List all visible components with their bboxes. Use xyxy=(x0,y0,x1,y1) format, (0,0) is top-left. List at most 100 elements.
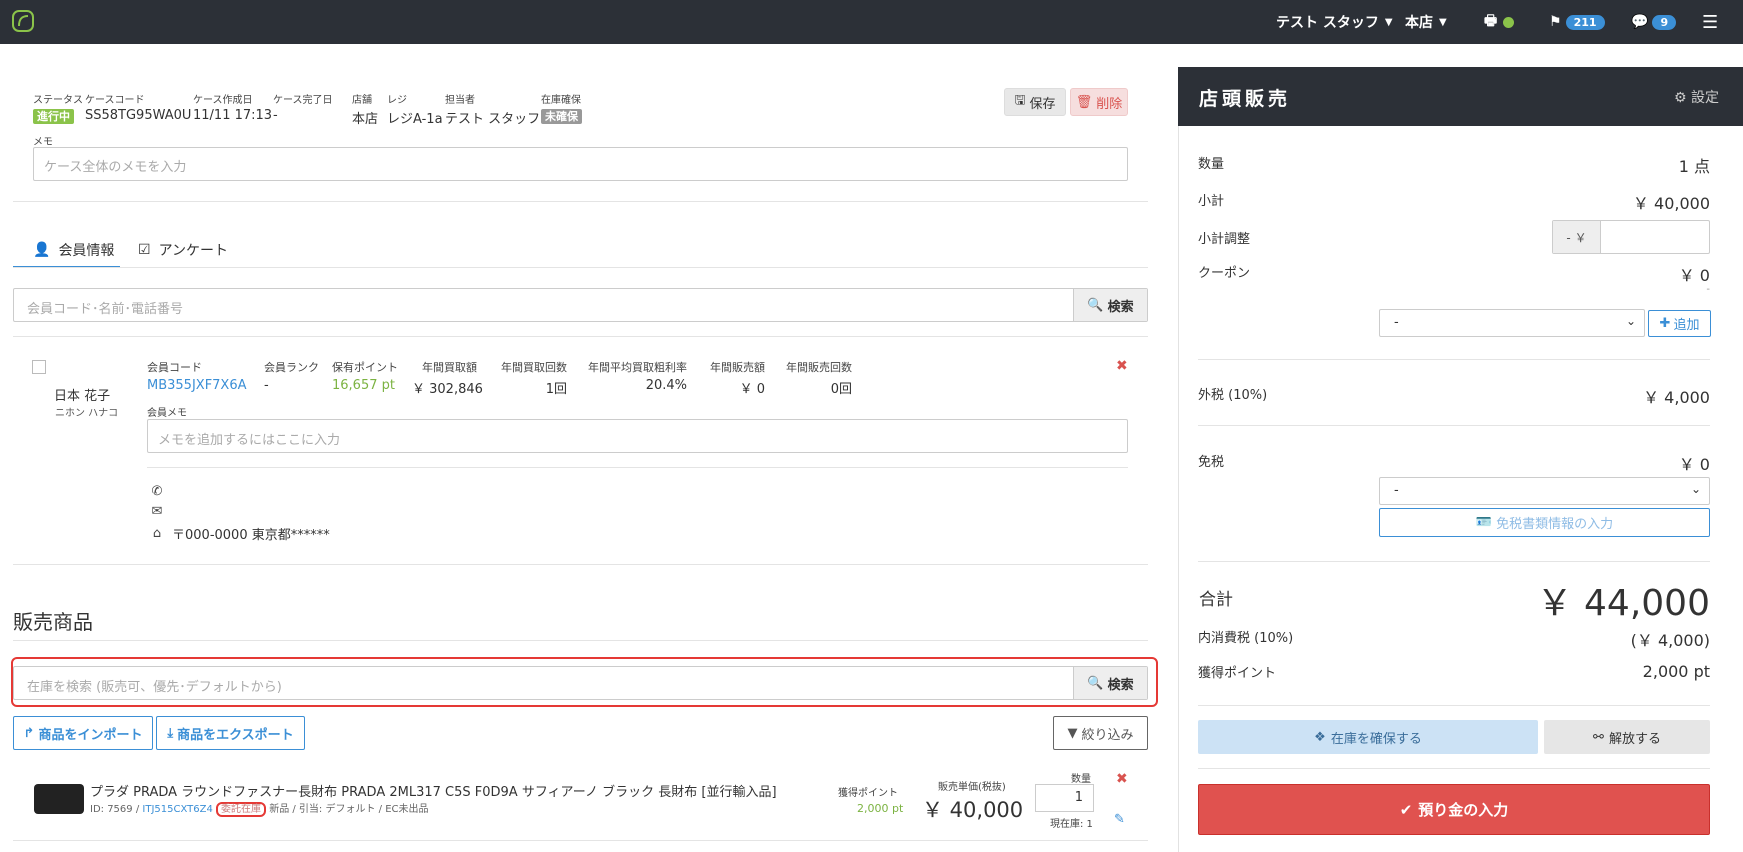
annual-buy: 年間買取額 ￥ 302,846 xyxy=(412,359,483,397)
edit-pencil-icon[interactable]: ✎ xyxy=(1114,812,1125,827)
member-search-button[interactable]: 🔍 検索 xyxy=(1073,289,1147,321)
exempt-select-value: - xyxy=(1394,483,1399,498)
member-search-button-label: 検索 xyxy=(1107,299,1134,315)
member-code-link[interactable]: MB355JXF7X6A xyxy=(147,378,247,393)
product-code-link[interactable]: ITJ515CXT6Z4 xyxy=(142,804,212,815)
chevron-down-icon: ▼ xyxy=(1384,16,1393,28)
search-icon: 🔍 xyxy=(1087,297,1104,313)
phone-icon: ✆ xyxy=(151,484,163,499)
product-qty-input[interactable]: 1 xyxy=(1035,784,1094,812)
product-price-value: ￥ 40,000 xyxy=(922,798,1024,822)
delete-button[interactable]: 🗑 削除 xyxy=(1070,88,1128,116)
tab-survey[interactable]: ☑ アンケート xyxy=(138,234,228,266)
avatar xyxy=(32,360,46,374)
avg-margin-value: 20.4% xyxy=(645,378,687,393)
subtotal-adjust-input[interactable]: - ￥ xyxy=(1552,220,1710,254)
flag-notifications[interactable]: ⚑ 211 xyxy=(1549,0,1605,44)
unlink-icon: ⚯ xyxy=(1593,729,1604,745)
deposit-button[interactable]: ✔ 預り金の入力 xyxy=(1198,784,1710,835)
tab-survey-label: アンケート xyxy=(158,243,229,259)
annual-buy-count-label: 年間買取回数 xyxy=(501,361,567,374)
message-notifications[interactable]: 💬 9 xyxy=(1631,0,1677,44)
app-logo[interactable] xyxy=(12,10,34,32)
case-completed-value: - xyxy=(273,108,278,123)
member-rank: 会員ランク - xyxy=(264,359,319,393)
status-dot xyxy=(1503,16,1515,28)
filter-button[interactable]: ▼ 絞り込み xyxy=(1053,716,1148,750)
annual-buy-count: 年間買取回数 1回 xyxy=(497,359,567,397)
case-status: ステータス 進行中 xyxy=(33,91,83,124)
annual-buy-count-value: 1回 xyxy=(545,382,567,397)
case-stock: 在庫確保 未確保 xyxy=(541,91,582,124)
staff-menu[interactable]: テスト スタッフ ▼ xyxy=(1276,0,1393,44)
stock-search-button[interactable]: 🔍 検索 xyxy=(1073,667,1147,699)
search-icon: 🔍 xyxy=(1087,675,1104,691)
save-icon: 🖫 xyxy=(1014,93,1026,108)
subtotal-label: 小計 xyxy=(1198,194,1225,209)
exempt-select[interactable]: - ⌄ xyxy=(1379,477,1710,505)
stock-search-button-label: 検索 xyxy=(1107,677,1134,693)
member-memo-input[interactable]: メモを追加するにはここに入力 xyxy=(147,419,1128,453)
divider xyxy=(1198,768,1710,769)
divider xyxy=(1198,561,1710,562)
adjust-label: 小計調整 xyxy=(1198,232,1251,247)
case-memo-input[interactable]: ケース全体のメモを入力 xyxy=(33,147,1128,181)
coupon-select[interactable]: - ⌄ xyxy=(1379,309,1645,337)
stock-badge: 未確保 xyxy=(541,109,582,124)
coupon-label: クーポン xyxy=(1198,266,1251,281)
settings-button[interactable]: ⚙ 設定 xyxy=(1674,87,1719,107)
case-created: ケース作成日 11/11 17:13 xyxy=(193,91,272,123)
check-square-icon: ☑ xyxy=(138,242,151,258)
divider xyxy=(1198,425,1710,426)
product-image xyxy=(34,784,84,814)
product-id: ID: 7569 / xyxy=(90,804,140,815)
remove-product-close-icon[interactable]: ✖ xyxy=(1116,771,1128,787)
case-store: 店舗 本店 xyxy=(352,91,378,127)
member-code-label: 会員コード xyxy=(147,361,202,374)
tab-member[interactable]: 👤 会員情報 xyxy=(33,234,114,266)
trash-icon: 🗑 xyxy=(1075,94,1093,110)
annual-sales-count-value: 0回 xyxy=(830,382,852,397)
hamburger-menu-icon[interactable]: ☰ xyxy=(1702,0,1718,44)
release-button[interactable]: ⚯ 解放する xyxy=(1544,720,1710,754)
secure-stock-button[interactable]: ❖ 在庫を確保する xyxy=(1198,720,1538,754)
message-count-badge: 9 xyxy=(1652,14,1677,30)
member-search: 会員コード･名前･電話番号 🔍 検索 xyxy=(13,288,1148,322)
chevron-down-icon: ⌄ xyxy=(1690,482,1701,496)
envelope-icon: ✉ xyxy=(151,504,163,519)
case-created-value: 11/11 17:13 xyxy=(193,108,273,123)
store-menu[interactable]: 本店 ▼ xyxy=(1405,0,1447,44)
home-icon: ⌂ xyxy=(152,526,162,541)
cubes-icon: ❖ xyxy=(1314,729,1326,745)
product-stock: 現在庫: 1 xyxy=(1050,819,1093,830)
product-qty-label: 数量 xyxy=(1071,774,1091,785)
case-register: レジ レジA-1a xyxy=(387,91,443,127)
save-button[interactable]: 🖫 保存 xyxy=(1004,88,1066,116)
chevron-down-icon: ▼ xyxy=(1439,16,1447,28)
annual-sales: 年間販売額 ￥ 0 xyxy=(707,359,765,397)
case-register-value: レジA-1a xyxy=(387,112,443,127)
total-label: 合計 xyxy=(1199,590,1233,610)
member-search-input[interactable]: 会員コード･名前･電話番号 xyxy=(27,298,183,317)
member-code: 会員コード MB355JXF7X6A xyxy=(147,359,247,393)
stock-search-input[interactable]: 在庫を検索 (販売可、優先･デフォルトから) xyxy=(27,676,282,695)
divider xyxy=(13,840,1148,841)
deposit-label: 預り金の入力 xyxy=(1418,801,1509,819)
add-coupon-label: 追加 xyxy=(1673,318,1700,333)
product-name[interactable]: プラダ PRADA ラウンドファスナー長財布 PRADA 2ML317 C5S … xyxy=(90,781,777,800)
tax-document-button[interactable]: 🪪 免税書類情報の入力 xyxy=(1379,508,1710,537)
product-meta: ID: 7569 / ITJ515CXT6Z4 委託在庫 新品 / 引当: デフ… xyxy=(90,800,429,817)
member-name: 日本 花子 xyxy=(54,389,111,404)
printer-status[interactable]: 🖶 xyxy=(1484,0,1515,44)
export-products-button[interactable]: ⤓ 商品をエクスポート xyxy=(156,716,305,750)
member-address: ⌂ 〒000-0000 東京都****** xyxy=(150,524,330,543)
remove-member-close-icon[interactable]: ✖ xyxy=(1116,358,1128,374)
earned-points-value: 2,000 pt xyxy=(1642,662,1710,681)
tax-label: 外税 (10%) xyxy=(1198,388,1268,403)
import-products-button[interactable]: ↱ 商品をインポート xyxy=(13,716,153,750)
case-status-label: ステータス xyxy=(33,95,83,106)
divider xyxy=(147,467,1128,468)
qty-label: 数量 xyxy=(1198,157,1225,172)
case-stock-label: 在庫確保 xyxy=(541,95,581,106)
add-coupon-button[interactable]: ✚ 追加 xyxy=(1648,310,1711,337)
